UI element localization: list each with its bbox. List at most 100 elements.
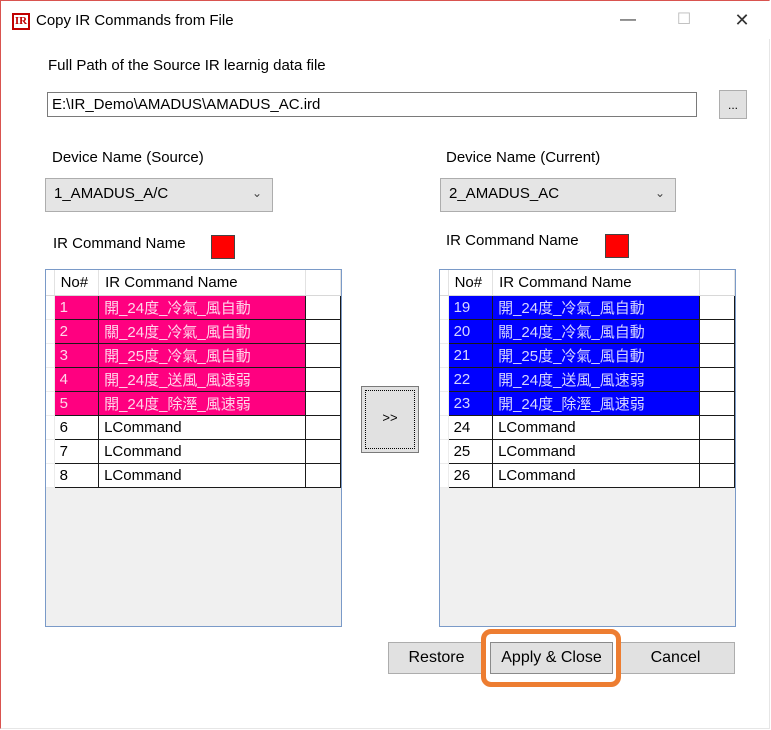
row-header-cell[interactable] [440, 391, 449, 416]
row-number-cell[interactable]: 7 [53, 439, 100, 464]
table-row[interactable]: 6 LCommand [46, 415, 341, 440]
row-header-cell[interactable] [46, 367, 55, 392]
extra-cell[interactable] [304, 367, 341, 392]
command-name-cell[interactable]: 開_24度_送風_風速弱 [492, 367, 700, 392]
row-header-cell[interactable] [46, 295, 55, 320]
row-header-cell[interactable] [440, 439, 449, 464]
extra-cell[interactable] [304, 319, 341, 344]
extra-cell[interactable] [698, 415, 735, 440]
row-header-cell[interactable] [46, 319, 55, 344]
command-name-cell[interactable]: LCommand [98, 463, 306, 488]
row-number-cell[interactable]: 4 [53, 367, 100, 392]
command-name-cell[interactable]: 開_24度_冷氣_風自動 [492, 295, 700, 320]
row-header-cell[interactable] [46, 439, 55, 464]
table-row[interactable]: 20 關_24度_冷氣_風自動 [440, 319, 735, 344]
table-row[interactable]: 23 開_24度_除溼_風速弱 [440, 391, 735, 416]
extra-cell[interactable] [698, 463, 735, 488]
row-number-cell[interactable]: 5 [53, 391, 100, 416]
source-device-dropdown[interactable]: 1_AMADUS_A/C ⌄ [45, 178, 273, 212]
current-color-swatch[interactable] [605, 234, 629, 258]
extra-cell[interactable] [698, 343, 735, 368]
current-device-dropdown[interactable]: 2_AMADUS_AC ⌄ [440, 178, 676, 212]
table-row[interactable]: 4 開_24度_送風_風速弱 [46, 367, 341, 392]
row-header-corner [440, 270, 449, 296]
command-name-cell[interactable]: LCommand [98, 439, 306, 464]
command-name-cell[interactable]: 關_24度_冷氣_風自動 [98, 319, 306, 344]
command-name-cell[interactable]: 開_24度_送風_風速弱 [98, 367, 306, 392]
table-row[interactable]: 21 開_25度_冷氣_風自動 [440, 343, 735, 368]
table-row[interactable]: 22 開_24度_送風_風速弱 [440, 367, 735, 392]
table-row[interactable]: 19 開_24度_冷氣_風自動 [440, 295, 735, 320]
command-name-cell[interactable]: LCommand [492, 463, 700, 488]
copy-commands-button[interactable]: >> [361, 386, 419, 453]
browse-button[interactable]: ... [719, 90, 747, 119]
source-file-path-input[interactable] [47, 92, 697, 117]
row-number-cell[interactable]: 6 [53, 415, 100, 440]
cancel-button[interactable]: Cancel [616, 642, 735, 674]
row-header-cell[interactable] [46, 463, 55, 488]
extra-cell[interactable] [698, 319, 735, 344]
row-header-cell[interactable] [46, 343, 55, 368]
row-number-cell[interactable]: 21 [447, 343, 494, 368]
row-header-cell[interactable] [440, 415, 449, 440]
table-row[interactable]: 26 LCommand [440, 463, 735, 488]
extra-cell[interactable] [304, 295, 341, 320]
row-header-cell[interactable] [46, 415, 55, 440]
restore-button[interactable]: Restore [388, 642, 485, 674]
command-name-cell[interactable]: 開_24度_除溼_風速弱 [492, 391, 700, 416]
command-name-cell[interactable]: 關_24度_冷氣_風自動 [492, 319, 700, 344]
maximize-button[interactable]: ☐ [661, 5, 707, 35]
column-header-no[interactable]: No# [448, 270, 494, 296]
row-number-cell[interactable]: 25 [447, 439, 494, 464]
command-name-cell[interactable]: 開_25度_冷氣_風自動 [492, 343, 700, 368]
row-number-cell[interactable]: 20 [447, 319, 494, 344]
command-name-cell[interactable]: 開_25度_冷氣_風自動 [98, 343, 306, 368]
extra-cell[interactable] [304, 463, 341, 488]
source-command-grid[interactable]: No# IR Command Name 1 開_24度_冷氣_風自動 2 關_24度_… [45, 269, 342, 627]
table-row[interactable]: 25 LCommand [440, 439, 735, 464]
extra-cell[interactable] [304, 343, 341, 368]
table-row[interactable]: 2 關_24度_冷氣_風自動 [46, 319, 341, 344]
row-header-cell[interactable] [440, 367, 449, 392]
row-header-cell[interactable] [440, 319, 449, 344]
column-header-command-name[interactable]: IR Command Name [98, 270, 306, 296]
extra-cell[interactable] [698, 439, 735, 464]
row-number-cell[interactable]: 19 [447, 295, 494, 320]
extra-cell[interactable] [304, 415, 341, 440]
table-row[interactable]: 1 開_24度_冷氣_風自動 [46, 295, 341, 320]
command-name-cell[interactable]: LCommand [492, 439, 700, 464]
row-header-cell[interactable] [440, 343, 449, 368]
table-row[interactable]: 24 LCommand [440, 415, 735, 440]
extra-cell[interactable] [304, 439, 341, 464]
column-header-command-name[interactable]: IR Command Name [492, 270, 700, 296]
extra-cell[interactable] [698, 391, 735, 416]
column-header-no[interactable]: No# [54, 270, 100, 296]
command-name-cell[interactable]: LCommand [492, 415, 700, 440]
minimize-button[interactable]: — [605, 5, 651, 35]
row-number-cell[interactable]: 24 [447, 415, 494, 440]
row-number-cell[interactable]: 8 [53, 463, 100, 488]
table-row[interactable]: 8 LCommand [46, 463, 341, 488]
title-bar[interactable]: IR Copy IR Commands from File — ☐ ✕ [1, 1, 770, 39]
command-name-cell[interactable]: LCommand [98, 415, 306, 440]
extra-cell[interactable] [698, 367, 735, 392]
row-number-cell[interactable]: 23 [447, 391, 494, 416]
row-number-cell[interactable]: 1 [53, 295, 100, 320]
row-number-cell[interactable]: 3 [53, 343, 100, 368]
row-number-cell[interactable]: 22 [447, 367, 494, 392]
row-number-cell[interactable]: 2 [53, 319, 100, 344]
row-header-cell[interactable] [46, 391, 55, 416]
extra-cell[interactable] [304, 391, 341, 416]
table-row[interactable]: 5 開_24度_除溼_風速弱 [46, 391, 341, 416]
row-header-cell[interactable] [440, 463, 449, 488]
table-row[interactable]: 7 LCommand [46, 439, 341, 464]
source-color-swatch[interactable] [211, 235, 235, 259]
table-row[interactable]: 3 開_25度_冷氣_風自動 [46, 343, 341, 368]
extra-cell[interactable] [698, 295, 735, 320]
current-command-grid[interactable]: No# IR Command Name 19 開_24度_冷氣_風自動 20 關_24… [439, 269, 736, 627]
command-name-cell[interactable]: 開_24度_除溼_風速弱 [98, 391, 306, 416]
command-name-cell[interactable]: 開_24度_冷氣_風自動 [98, 295, 306, 320]
row-header-cell[interactable] [440, 295, 449, 320]
close-button[interactable]: ✕ [719, 5, 765, 35]
row-number-cell[interactable]: 26 [447, 463, 494, 488]
